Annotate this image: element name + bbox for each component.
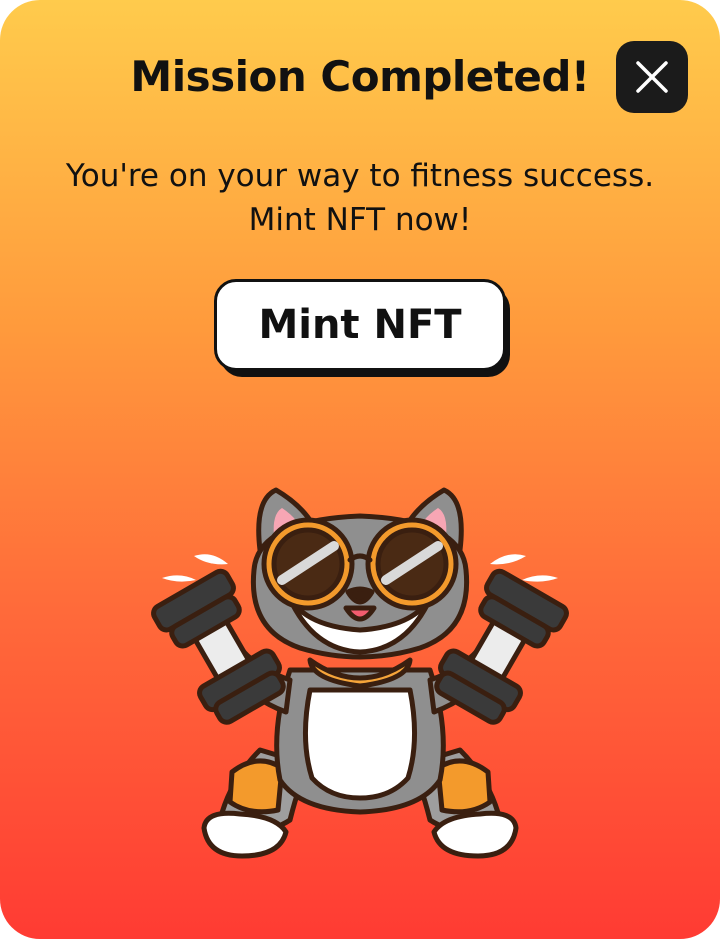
mint-nft-button-wrapper: Mint NFT (214, 279, 510, 379)
mission-completed-dialog: Mission Completed! You're on your way to… (0, 0, 720, 939)
cat-mascot-icon (151, 487, 569, 859)
close-button[interactable] (616, 41, 688, 113)
dialog-message: You're on your way to fitness success. M… (40, 154, 680, 242)
close-icon (636, 61, 668, 93)
message-line-2: Mint NFT now! (248, 202, 472, 238)
mint-nft-button[interactable]: Mint NFT (214, 279, 506, 371)
dialog-title: Mission Completed! (130, 52, 590, 101)
message-line-1: You're on your way to fitness success. (65, 158, 655, 194)
